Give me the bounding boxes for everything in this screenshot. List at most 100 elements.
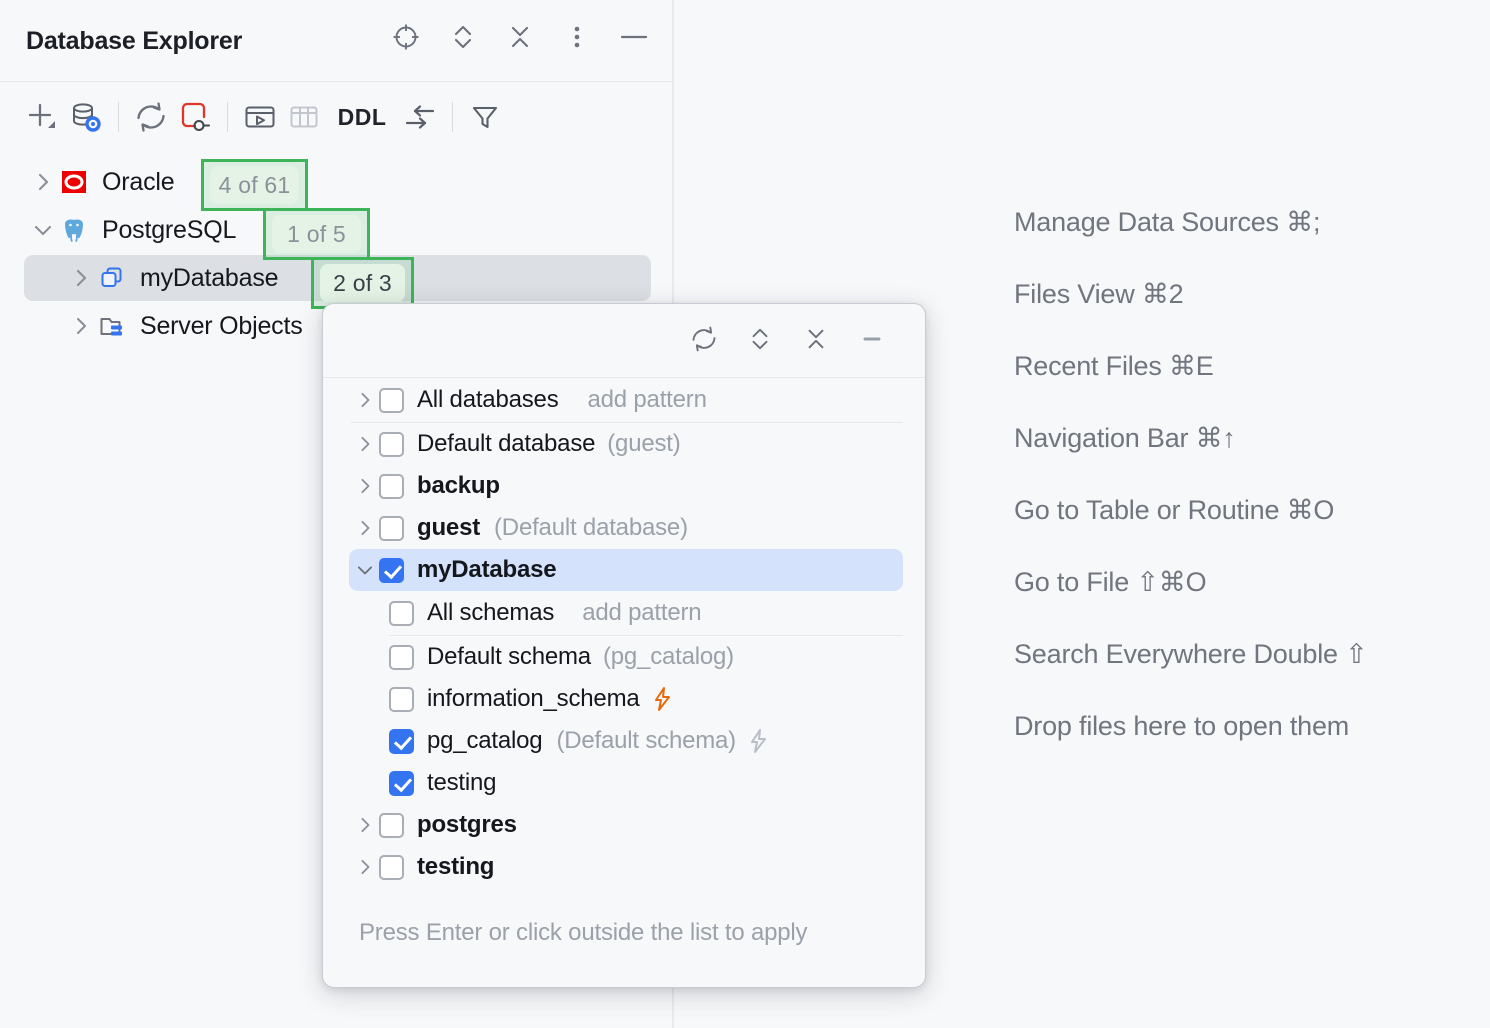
chevron-right-icon[interactable] [351,857,379,877]
toolbar-separator [452,102,453,132]
open-data-editor-icon[interactable] [282,95,326,139]
chevron-right-icon[interactable] [351,434,379,454]
list-item-label: information_schema [427,685,640,713]
chevron-down-icon[interactable] [28,222,58,238]
list-item-default-database[interactable]: Default database (guest) [323,423,926,465]
list-item-label: pg_catalog [427,727,542,755]
popup-actions [687,322,889,356]
list-item-testing-schema[interactable]: testing [323,762,926,804]
popup-footer-hint: Press Enter or click outside the list to… [359,916,829,950]
hint-manage-data-sources: Manage Data Sources ⌘; [1014,186,1368,258]
chevron-right-icon[interactable] [28,171,58,193]
expand-all-icon[interactable] [446,20,480,54]
popup-header [323,304,925,377]
hint-go-to-file: Go to File ⇧⌘O [1014,546,1368,618]
checkbox[interactable] [389,645,414,670]
tree-row-label: Server Objects [140,312,303,341]
minimize-icon[interactable] [855,322,889,356]
list-item-label: All schemas [427,599,554,627]
list-item-label: testing [417,853,494,881]
more-options-icon[interactable] [560,20,594,54]
hint-search-everywhere: Search Everywhere Double ⇧ [1014,618,1368,690]
chevron-right-icon[interactable] [351,518,379,538]
list-item-testing-database[interactable]: testing [323,846,926,888]
list-item-label: Default database [417,430,595,458]
list-item-postgres[interactable]: postgres [323,804,926,846]
checkbox[interactable] [379,855,404,880]
add-new-icon[interactable] [20,95,64,139]
checkbox[interactable] [389,687,414,712]
database-list: All databases add pattern Default databa… [323,378,926,888]
checkbox[interactable] [379,813,404,838]
hint-go-to-table-or-routine: Go to Table or Routine ⌘O [1014,474,1368,546]
list-item-pg-catalog[interactable]: pg_catalog (Default schema) [323,720,926,762]
database-schema-chooser-popup: All databases add pattern Default databa… [322,303,926,988]
chevron-right-icon[interactable] [66,315,96,337]
list-item-label: postgres [417,811,517,839]
tree-row-label: PostgreSQL [102,216,236,245]
add-pattern-link[interactable]: add pattern [588,386,707,414]
checkbox[interactable] [389,771,414,796]
tree-row-oracle[interactable]: Oracle [0,158,673,206]
chevron-down-icon[interactable] [351,563,379,577]
list-item-all-databases[interactable]: All databases add pattern [323,378,926,422]
page-title: Database Explorer [26,27,242,56]
checkbox[interactable] [389,729,414,754]
list-item-guest[interactable]: guest (Default database) [323,507,926,549]
checkbox[interactable] [379,474,404,499]
collapse-all-icon[interactable] [799,322,833,356]
hint-drop-files: Drop files here to open them [1014,690,1368,762]
panel-header-actions [389,20,651,54]
locate-crosshair-icon[interactable] [389,20,423,54]
jump-to-editor-icon[interactable] [398,95,442,139]
list-item-backup[interactable]: backup [323,465,926,507]
list-item-suffix: (Default schema) [556,727,736,755]
postgresql-icon [58,214,90,246]
filter-icon[interactable] [463,95,507,139]
explorer-toolbar: DDL [0,82,673,152]
list-item-suffix: (pg_catalog) [603,643,734,671]
checkbox[interactable] [379,516,404,541]
chevron-right-icon[interactable] [66,267,96,289]
list-item-label: All databases [417,386,559,414]
expand-all-icon[interactable] [743,322,777,356]
hint-navigation-bar: Navigation Bar ⌘↑ [1014,402,1368,474]
checkbox[interactable] [379,388,404,413]
list-item-label: guest [417,514,480,542]
hint-files-view: Files View ⌘2 [1014,258,1368,330]
server-objects-icon [96,310,128,342]
checkbox[interactable] [379,558,404,583]
list-item-all-schemas[interactable]: All schemas add pattern [323,591,926,635]
oracle-icon [58,166,90,198]
list-item-suffix: (Default database) [494,514,688,542]
list-item-mydatabase[interactable]: myDatabase [323,549,926,591]
chevron-right-icon[interactable] [351,815,379,835]
chevron-right-icon[interactable] [351,476,379,496]
ddl-button[interactable]: DDL [326,95,398,139]
refresh-icon[interactable] [687,322,721,356]
data-source-properties-icon[interactable] [64,95,108,139]
toolbar-separator [118,102,119,132]
list-item-default-schema[interactable]: Default schema (pg_catalog) [323,636,926,678]
panel-header: Database Explorer [0,0,673,81]
list-item-label: myDatabase [417,556,556,584]
list-item-information-schema[interactable]: information_schema [323,678,926,720]
checkbox[interactable] [389,601,414,626]
badge-oracle-count: 4 of 61 [210,166,299,204]
refresh-icon[interactable] [129,95,173,139]
badge-postgresql-count: 1 of 5 [272,215,361,253]
app-root: Database Explorer [0,0,1490,1028]
collapse-all-icon[interactable] [503,20,537,54]
open-console-icon[interactable] [238,95,282,139]
disconnect-icon[interactable] [173,95,217,139]
checkbox[interactable] [379,432,404,457]
hint-recent-files: Recent Files ⌘E [1014,330,1368,402]
add-pattern-link[interactable]: add pattern [582,599,701,627]
introspection-bolt-icon [746,727,770,755]
toolbar-separator [227,102,228,132]
list-item-label: Default schema [427,643,591,671]
chevron-right-icon[interactable] [351,390,379,410]
ddl-label: DDL [338,104,387,131]
minimize-icon[interactable] [617,20,651,54]
tree-row-label: Oracle [102,168,174,197]
